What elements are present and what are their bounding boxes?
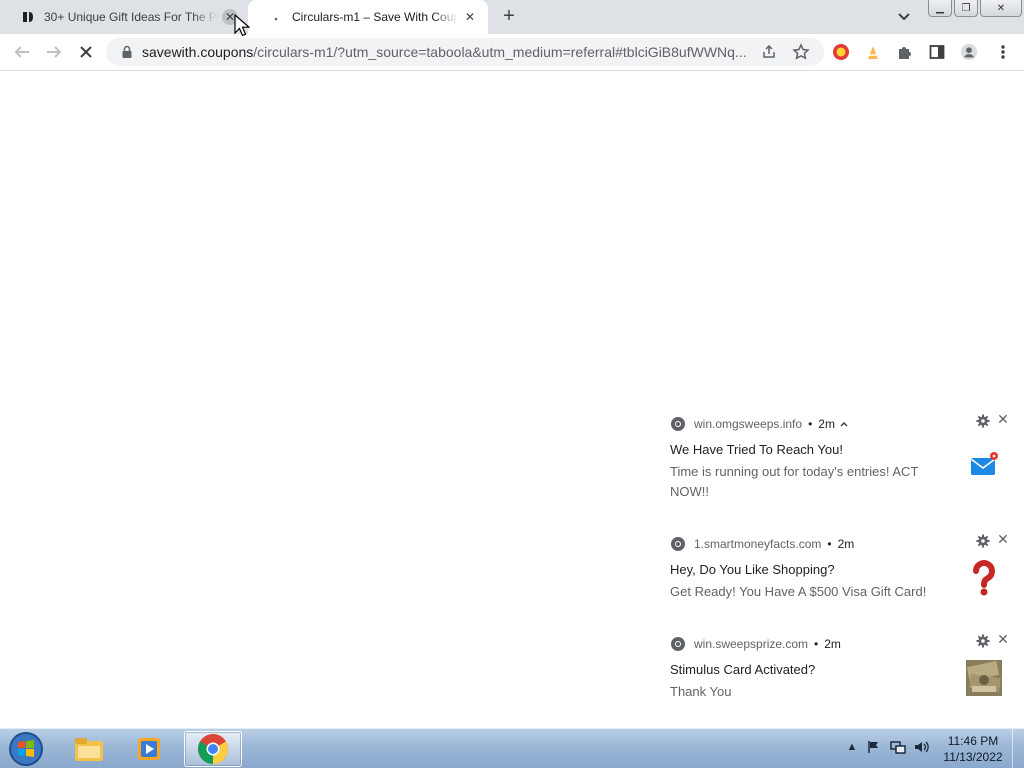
mouse-cursor-icon	[234, 14, 250, 37]
restore-icon[interactable]: ❐	[954, 0, 978, 17]
extensions-puzzle-icon[interactable]	[896, 43, 914, 61]
notification-title: Stimulus Card Activated?	[670, 662, 816, 677]
extension-cone-icon[interactable]	[864, 43, 882, 61]
window-close-icon[interactable]: ✕	[980, 0, 1022, 17]
browser-toolbar: savewith.coupons/circulars-m1/?utm_sourc…	[0, 34, 1024, 71]
action-center-flag-icon[interactable]	[866, 739, 882, 755]
network-icon[interactable]	[890, 739, 906, 755]
notification-body: Thank You	[670, 684, 732, 699]
tab-circulars[interactable]: Circulars-m1 – Save With Coupo ✕	[248, 0, 488, 34]
system-clock[interactable]: 11:46 PM 11/13/2022	[938, 733, 1008, 765]
tab-title: 30+ Unique Gift Ideas For The Pe	[44, 10, 218, 24]
notification-title: Hey, Do You Like Shopping?	[670, 562, 835, 577]
separator-dot: •	[814, 637, 819, 651]
side-panel-icon[interactable]	[928, 43, 946, 61]
notification-title: We Have Tried To Reach You!	[670, 442, 843, 457]
notification-time: 2m	[818, 417, 835, 431]
media-player-icon[interactable]	[120, 731, 178, 767]
notification-source: win.sweepsprize.com	[694, 637, 809, 651]
notification-source: 1.smartmoneyfacts.com	[694, 537, 822, 551]
chevron-up-icon[interactable]	[839, 420, 849, 428]
notification-card[interactable]: win.sweepsprize.com • 2m Stimulus Card A…	[660, 626, 1024, 730]
close-icon[interactable]: ✕	[996, 632, 1010, 646]
gear-icon[interactable]	[976, 534, 990, 548]
start-orb[interactable]	[6, 731, 46, 767]
window-controls: ▁ ❐ ✕	[928, 0, 1022, 17]
mail-badge-icon	[964, 444, 1004, 484]
chrome-small-icon	[671, 637, 685, 651]
tab-strip: 30+ Unique Gift Ideas For The Pe ✕ Circu…	[0, 0, 1024, 34]
minimize-icon[interactable]: ▁	[928, 0, 952, 17]
money-photo	[964, 658, 1004, 698]
extension-red-icon[interactable]	[832, 43, 850, 61]
tab-search-chevron-icon[interactable]	[894, 8, 914, 26]
chrome-icon[interactable]	[184, 731, 242, 767]
chrome-small-icon	[671, 417, 685, 431]
notification-time: 2m	[837, 537, 855, 551]
notification-card[interactable]: 1.smartmoneyfacts.com • 2m Hey, Do You L…	[660, 526, 1024, 630]
taskbar: ▲ 11:46 PM 11/13/2022	[0, 728, 1024, 768]
tab-close-icon[interactable]: ✕	[462, 9, 478, 25]
new-tab-button[interactable]: +	[498, 6, 520, 28]
close-icon[interactable]: ✕	[996, 412, 1010, 426]
screen: 30+ Unique Gift Ideas For The Pe ✕ Circu…	[0, 0, 1024, 768]
notification-source: win.omgsweeps.info	[694, 417, 803, 431]
notification-time: 2m	[824, 637, 841, 651]
show-desktop-button[interactable]	[1012, 729, 1024, 768]
lock-icon[interactable]	[120, 45, 134, 59]
address-bar[interactable]: savewith.coupons/circulars-m1/?utm_sourc…	[106, 38, 824, 66]
share-icon[interactable]	[760, 43, 778, 61]
separator-dot: •	[827, 537, 832, 551]
notification-header: win.omgsweeps.info • 2m	[670, 416, 849, 432]
url-host: savewith.coupons	[142, 44, 254, 60]
notification-header: win.sweepsprize.com • 2m	[670, 636, 841, 652]
url-path: /circulars-m1/?utm_source=taboola&utm_me…	[253, 44, 747, 60]
clock-time: 11:46 PM	[947, 734, 999, 748]
volume-icon[interactable]	[914, 739, 930, 755]
forward-icon[interactable]	[42, 40, 66, 64]
notification-header: 1.smartmoneyfacts.com • 2m	[670, 536, 854, 552]
notification-card[interactable]: win.omgsweeps.info • 2m We Have Tried To…	[660, 406, 1024, 510]
menu-dots-icon[interactable]	[994, 43, 1012, 61]
close-icon[interactable]: ✕	[996, 532, 1010, 546]
back-icon[interactable]	[10, 40, 34, 64]
question-mark-icon	[964, 558, 1004, 598]
site-favicon-icon	[20, 9, 36, 25]
url-text[interactable]: savewith.coupons/circulars-m1/?utm_sourc…	[142, 44, 754, 60]
tab-gift-ideas[interactable]: 30+ Unique Gift Ideas For The Pe ✕	[0, 0, 248, 34]
bookmark-star-icon[interactable]	[792, 43, 810, 61]
stop-loading-icon[interactable]	[74, 40, 98, 64]
clock-date: 11/13/2022	[943, 750, 1003, 764]
explorer-icon[interactable]	[60, 731, 118, 767]
loading-spinner-icon	[268, 9, 284, 25]
notification-body: Get Ready! You Have A $500 Visa Gift Car…	[670, 584, 927, 599]
profile-icon[interactable]	[960, 43, 978, 61]
gear-icon[interactable]	[976, 634, 990, 648]
tray-expand-icon[interactable]: ▲	[844, 739, 860, 755]
separator-dot: •	[808, 417, 813, 431]
gear-icon[interactable]	[976, 414, 990, 428]
tab-title: Circulars-m1 – Save With Coupo	[292, 10, 458, 24]
notification-body: Time is running out for today's entries!…	[670, 464, 919, 499]
chrome-small-icon	[671, 537, 685, 551]
